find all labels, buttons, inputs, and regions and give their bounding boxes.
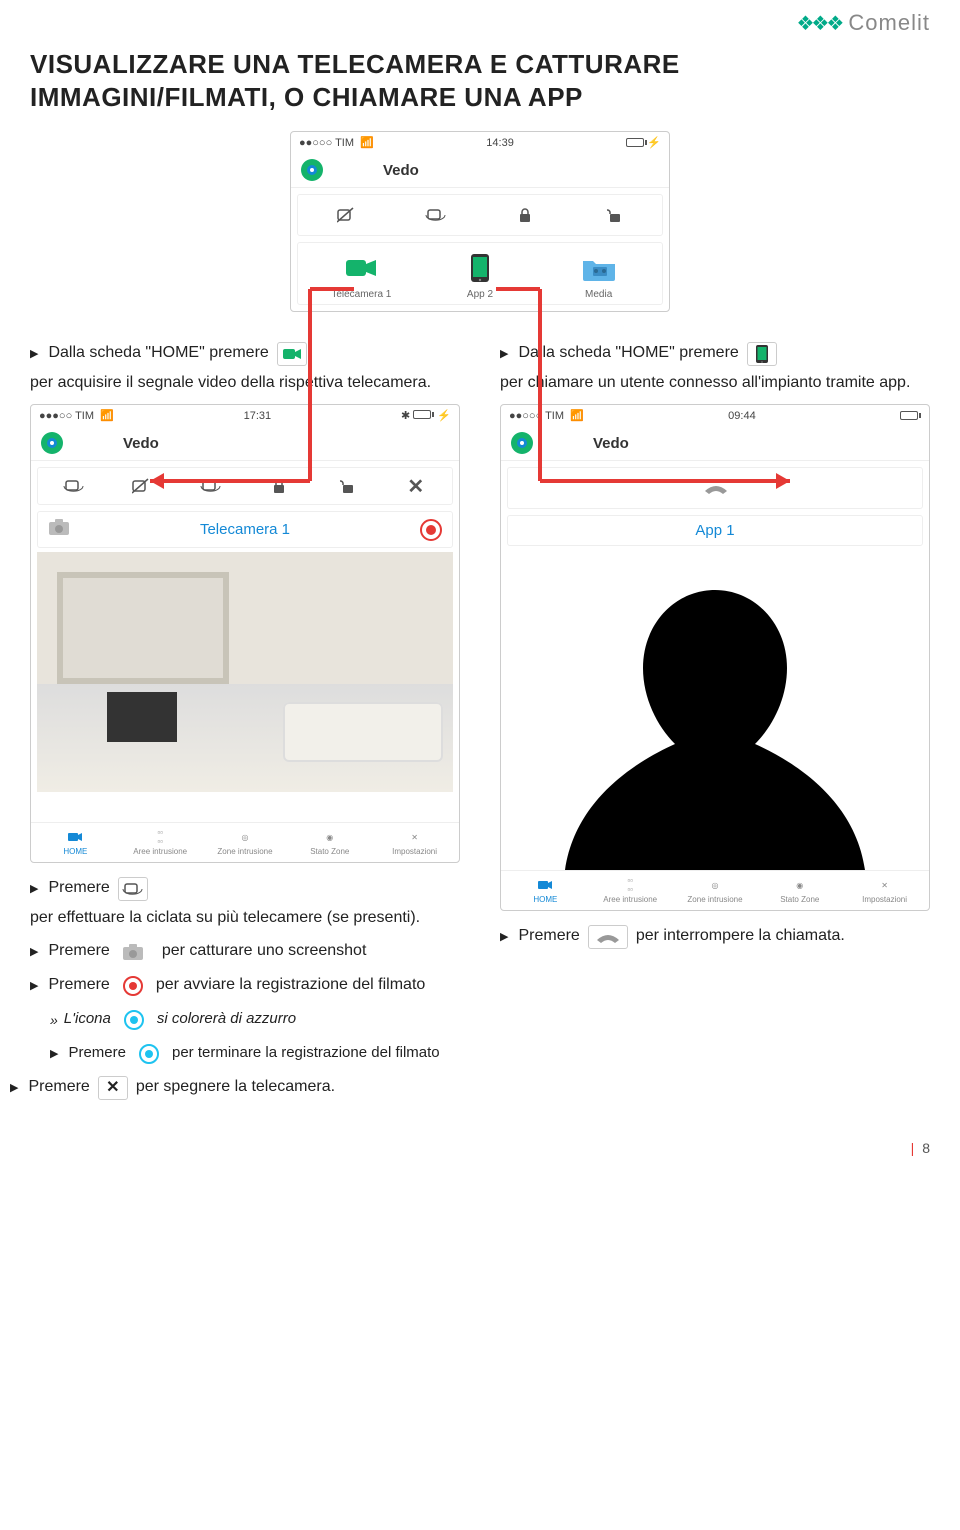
status-bar: ●●●○○ TIM 📶 17:31 ✱ ⚡: [31, 405, 459, 426]
nav-zone[interactable]: ◎Zone intrusione: [215, 829, 275, 856]
page-footer: |8: [30, 1140, 930, 1156]
nav-settings[interactable]: ✕Impostazioni: [855, 877, 915, 904]
left-intro: ▶ Dalla scheda "HOME" premere per acquis…: [30, 342, 460, 394]
left-bullet-cycle: ▶ Premere per effettuare la ciclata su p…: [30, 877, 460, 929]
app-titlebar: Vedo: [31, 426, 459, 461]
page-number: 8: [922, 1140, 930, 1156]
call-title-bar: App 1: [507, 515, 923, 546]
phone-app-icon: [747, 342, 777, 366]
lock-open-icon[interactable]: [335, 476, 359, 496]
lock-open-icon[interactable]: [602, 205, 626, 225]
app-name-label: App 1: [695, 522, 734, 539]
cycle2-icon[interactable]: [199, 476, 223, 496]
nav-zone[interactable]: ◎Zone intrusione: [685, 877, 745, 904]
cycle-icon[interactable]: [424, 205, 448, 225]
status-bar: ●●○○○ TIM 📶 09:44: [501, 405, 929, 426]
nav-aree[interactable]: ▫▫▫▫Aree intrusione: [130, 829, 190, 856]
avatar-silhouette: [507, 550, 923, 870]
left-bullet-screenshot: ▶Premere per catturare uno screenshot: [30, 940, 460, 964]
record-blue-icon: [134, 1042, 164, 1066]
lock-closed-icon[interactable]: [267, 476, 291, 496]
app-logo-icon: [511, 432, 533, 454]
nav-stato[interactable]: ◉Stato Zone: [770, 877, 830, 904]
cycle-icon: [118, 877, 148, 901]
nav-home[interactable]: HOME: [515, 877, 575, 904]
close-icon: ✕: [98, 1076, 128, 1100]
nav-settings[interactable]: ✕Impostazioni: [385, 829, 445, 856]
camera-feed-image: [37, 552, 453, 792]
cycle-icon[interactable]: [62, 476, 86, 496]
camera-toolbar: ✕: [37, 467, 453, 505]
record-red-icon: [118, 974, 148, 998]
app-logo-icon: [41, 432, 63, 454]
hangup-icon: [588, 925, 628, 949]
nav-stato[interactable]: ◉Stato Zone: [300, 829, 360, 856]
left-sub-stop: ▶ Premere per terminare la registrazione…: [50, 1042, 460, 1066]
left-bullet-record: ▶ Premere per avviare la registrazione d…: [30, 974, 460, 998]
hangup-icon[interactable]: [703, 478, 727, 498]
home-item-media[interactable]: Media: [559, 253, 639, 300]
mute-camera-icon[interactable]: [130, 476, 154, 496]
app-logo-icon: [301, 159, 323, 181]
screenshot-icon[interactable]: [48, 518, 70, 541]
call-toolbar: [507, 467, 923, 509]
record-button[interactable]: [420, 519, 442, 541]
camera-title-bar: Telecamera 1: [37, 511, 453, 548]
phone-mockup-camera: ●●●○○ TIM 📶 17:31 ✱ ⚡ Vedo ✕ Telecamera …: [30, 404, 460, 863]
bottom-nav: HOME ▫▫▫▫Aree intrusione ◎Zone intrusion…: [31, 822, 459, 862]
left-bullet-off: ▶ Premere ✕ per spegnere la telecamera.: [10, 1076, 460, 1100]
bottom-nav: HOME ▫▫▫▫Aree intrusione ◎Zone intrusion…: [501, 870, 929, 910]
phone-mockup-home: ●●○○○ TIM 📶 14:39 ⚡ Vedo Telecamera 1 Ap…: [290, 131, 670, 312]
phone-mockup-call: ●●○○○ TIM 📶 09:44 Vedo App 1 HOME: [500, 404, 930, 911]
nav-aree[interactable]: ▫▫▫▫Aree intrusione: [600, 877, 660, 904]
left-sub-note: » L'icona si colorerà di azzurro: [50, 1008, 460, 1032]
home-item-camera[interactable]: Telecamera 1: [321, 253, 401, 300]
section-title: VISUALIZZARE UNA TELECAMERA E CATTURARE …: [30, 48, 930, 113]
nav-home[interactable]: HOME: [45, 829, 105, 856]
toolbar: [297, 194, 663, 236]
close-icon[interactable]: ✕: [404, 476, 428, 496]
mute-camera-icon[interactable]: [335, 205, 359, 225]
home-item-app[interactable]: App 2: [440, 253, 520, 300]
home-items-row: Telecamera 1 App 2 Media: [297, 242, 663, 305]
record-blue-icon: [119, 1008, 149, 1032]
right-bullet-hangup: ▶ Premere per interrompere la chiamata.: [500, 925, 930, 949]
right-intro: ▶ Dalla scheda "HOME" premere per chiama…: [500, 342, 930, 394]
status-bar: ●●○○○ TIM 📶 14:39 ⚡: [291, 132, 669, 153]
brand-logo: ❖❖❖ Comelit: [30, 10, 930, 36]
left-column: ▶ Dalla scheda "HOME" premere per acquis…: [30, 342, 460, 1110]
screenshot-icon: [118, 940, 148, 964]
app-titlebar: Vedo: [291, 153, 669, 188]
lock-closed-icon[interactable]: [513, 205, 537, 225]
camera-name-label: Telecamera 1: [200, 521, 290, 538]
camera-icon: [277, 342, 307, 366]
right-column: ▶ Dalla scheda "HOME" premere per chiama…: [500, 342, 930, 1110]
app-titlebar: Vedo: [501, 426, 929, 461]
